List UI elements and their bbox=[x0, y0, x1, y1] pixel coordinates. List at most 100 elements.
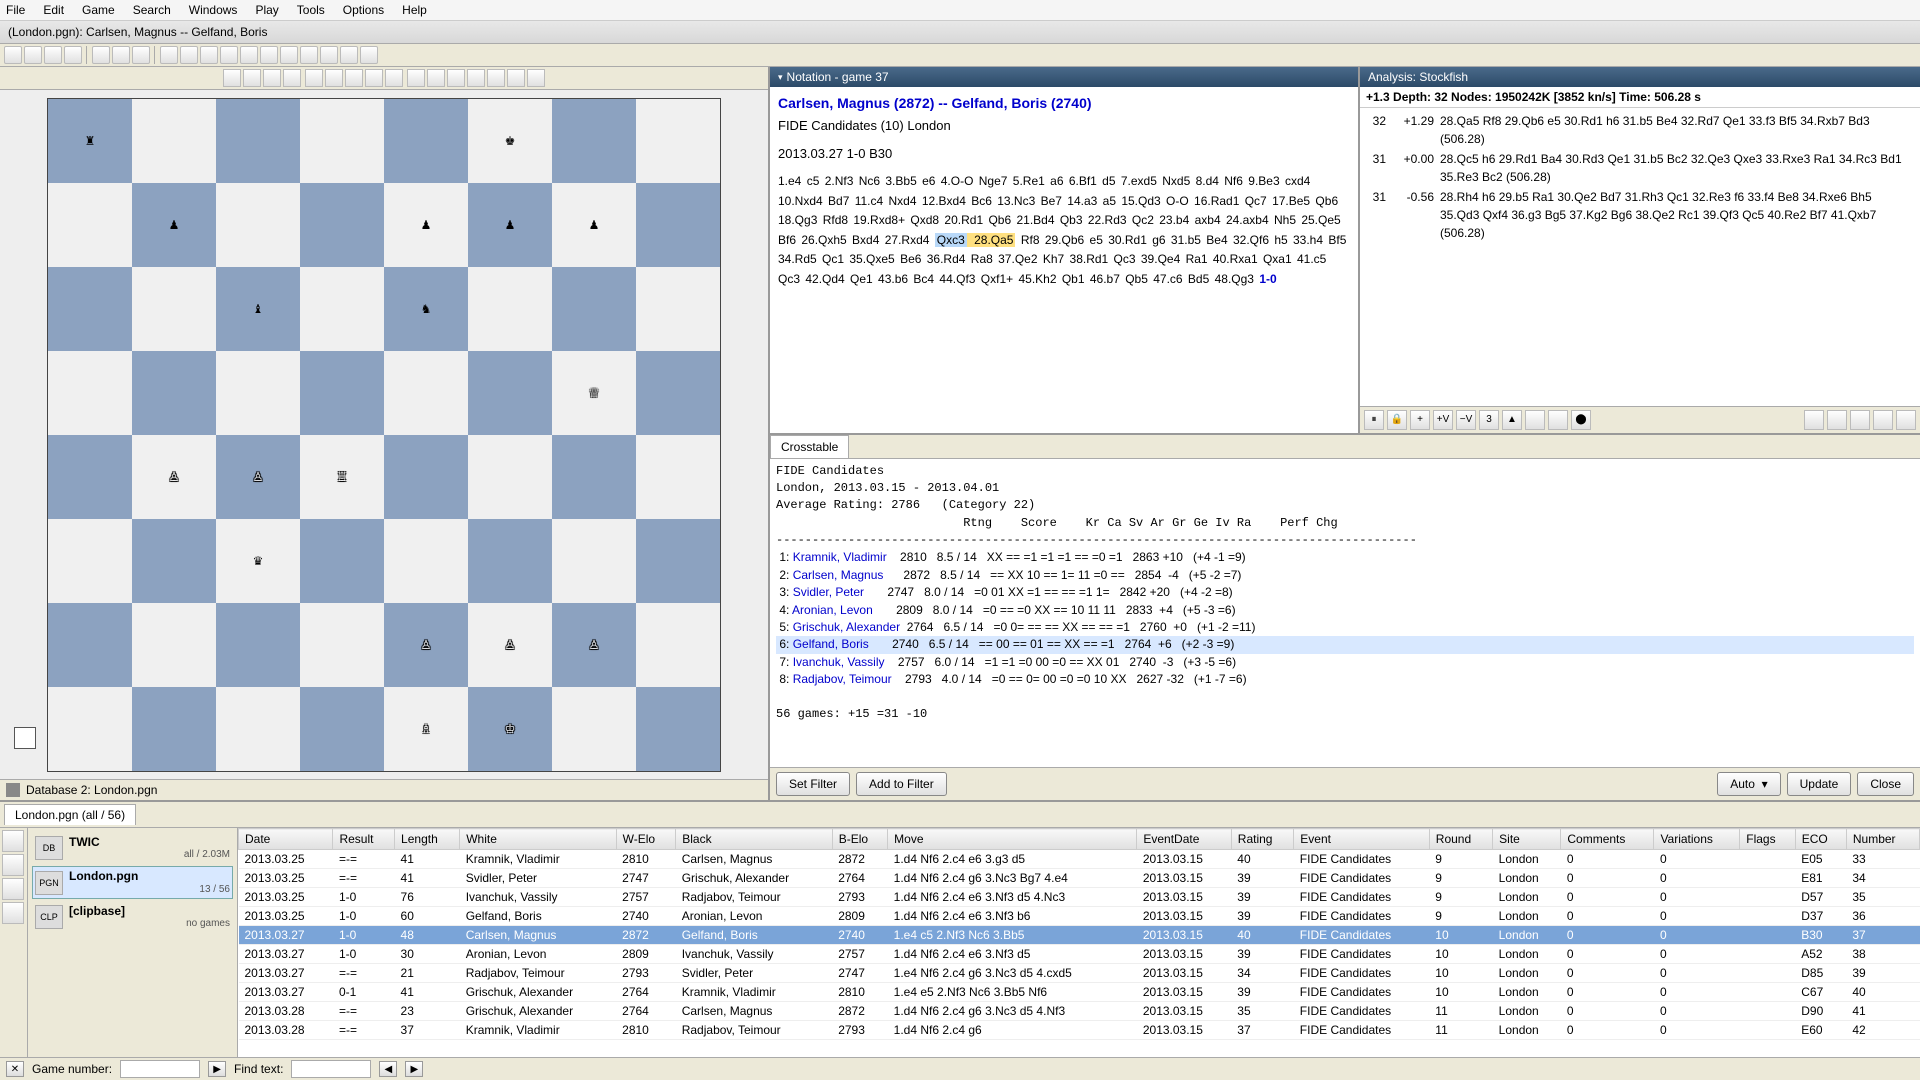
col-number[interactable]: Number bbox=[1846, 829, 1919, 850]
col-result[interactable]: Result bbox=[333, 829, 395, 850]
tb-btn[interactable] bbox=[1850, 410, 1870, 430]
square-e4[interactable] bbox=[384, 435, 468, 519]
square-d5[interactable] bbox=[300, 351, 384, 435]
chess-board[interactable]: ♜♚♟♟♟♟♝♞♕♙♙♖♛♙♙♙♗♔ bbox=[47, 98, 721, 772]
col-variations[interactable]: Variations bbox=[1654, 829, 1740, 850]
menu-help[interactable]: Help bbox=[402, 3, 427, 17]
col-date[interactable]: Date bbox=[239, 829, 333, 850]
square-a3[interactable] bbox=[48, 519, 132, 603]
square-e1[interactable]: ♗ bbox=[384, 687, 468, 771]
tb-btn[interactable] bbox=[345, 69, 363, 87]
piece[interactable]: ♞ bbox=[421, 303, 432, 315]
piece[interactable]: ♟ bbox=[169, 219, 180, 231]
close-icon[interactable]: ✕ bbox=[6, 1061, 24, 1077]
col-white[interactable]: White bbox=[460, 829, 616, 850]
tb-btn[interactable] bbox=[467, 69, 485, 87]
piece[interactable]: ♟ bbox=[421, 219, 432, 231]
tb-btn[interactable] bbox=[1827, 410, 1847, 430]
nav-last-icon[interactable] bbox=[283, 69, 301, 87]
tb-btn[interactable] bbox=[427, 69, 445, 87]
col-length[interactable]: Length bbox=[395, 829, 460, 850]
piece[interactable]: ♙ bbox=[505, 639, 516, 651]
menu-options[interactable]: Options bbox=[343, 3, 384, 17]
square-f8[interactable]: ♚ bbox=[468, 99, 552, 183]
game-list[interactable]: DateResultLengthWhiteW-EloBlackB-EloMove… bbox=[238, 828, 1920, 1057]
square-e8[interactable] bbox=[384, 99, 468, 183]
gamelist-side-toolbar[interactable] bbox=[0, 828, 28, 1057]
square-h7[interactable] bbox=[636, 183, 720, 267]
crosstable-row[interactable]: 5: Grischuk, Alexander 2764 6.5 / 14 =0 … bbox=[776, 619, 1914, 636]
piece[interactable]: ♝ bbox=[253, 303, 264, 315]
tb-btn[interactable] bbox=[280, 46, 298, 64]
square-h2[interactable] bbox=[636, 603, 720, 687]
square-e2[interactable]: ♙ bbox=[384, 603, 468, 687]
nav-next-icon[interactable] bbox=[263, 69, 281, 87]
current-move[interactable]: Qxc3 bbox=[935, 233, 967, 247]
db-item[interactable]: CLP[clipbase]no games bbox=[32, 901, 233, 933]
col-rating[interactable]: Rating bbox=[1231, 829, 1294, 850]
next-move[interactable]: 28.Qa5 bbox=[967, 233, 1016, 247]
tb-btn[interactable] bbox=[200, 46, 218, 64]
square-d1[interactable] bbox=[300, 687, 384, 771]
board-nav-toolbar[interactable] bbox=[0, 67, 768, 90]
square-b6[interactable] bbox=[132, 267, 216, 351]
database-list[interactable]: DBTWICall / 2.03MPGNLondon.pgn13 / 56CLP… bbox=[28, 828, 238, 1057]
square-b4[interactable]: ♙ bbox=[132, 435, 216, 519]
tb-btn[interactable] bbox=[260, 46, 278, 64]
crosstable-body[interactable]: FIDE Candidates London, 2013.03.15 - 201… bbox=[770, 459, 1920, 768]
square-g6[interactable] bbox=[552, 267, 636, 351]
square-d4[interactable]: ♖ bbox=[300, 435, 384, 519]
square-a5[interactable] bbox=[48, 351, 132, 435]
game-row[interactable]: 2013.03.270-141Grischuk, Alexander2764Kr… bbox=[239, 983, 1920, 1002]
game-row[interactable]: 2013.03.25=-=41Kramnik, Vladimir2810Carl… bbox=[239, 850, 1920, 869]
crosstable-row[interactable]: 6: Gelfand, Boris 2740 6.5 / 14 == 00 ==… bbox=[776, 636, 1914, 653]
square-g5[interactable]: ♕ bbox=[552, 351, 636, 435]
col-move[interactable]: Move bbox=[888, 829, 1137, 850]
tb-btn[interactable] bbox=[64, 46, 82, 64]
move-list[interactable]: 1.e4 c5 2.Nf3 Nc6 3.Bb5 e6 4.O-O Nge7 5.… bbox=[778, 171, 1350, 288]
square-b1[interactable] bbox=[132, 687, 216, 771]
square-c5[interactable] bbox=[216, 351, 300, 435]
game-row[interactable]: 2013.03.28=-=23Grischuk, Alexander2764Ca… bbox=[239, 1002, 1920, 1021]
menu-play[interactable]: Play bbox=[255, 3, 278, 17]
nav-prev-icon[interactable] bbox=[243, 69, 261, 87]
tb-btn[interactable] bbox=[44, 46, 62, 64]
square-a1[interactable] bbox=[48, 687, 132, 771]
game-row[interactable]: 2013.03.25=-=41Svidler, Peter2747Grischu… bbox=[239, 869, 1920, 888]
piece[interactable]: ♕ bbox=[589, 387, 600, 399]
square-d8[interactable] bbox=[300, 99, 384, 183]
square-a8[interactable]: ♜ bbox=[48, 99, 132, 183]
piece[interactable]: ♚ bbox=[505, 135, 516, 147]
tb-btn[interactable] bbox=[527, 69, 545, 87]
crosstable-row[interactable]: 3: Svidler, Peter 2747 8.0 / 14 =0 01 XX… bbox=[776, 584, 1914, 601]
find-text-input[interactable] bbox=[291, 1060, 371, 1078]
tb-btn[interactable] bbox=[320, 46, 338, 64]
square-f7[interactable]: ♟ bbox=[468, 183, 552, 267]
add-filter-button[interactable]: Add to Filter bbox=[856, 772, 947, 796]
menu-game[interactable]: Game bbox=[82, 3, 115, 17]
tb-btn[interactable] bbox=[160, 46, 178, 64]
tb-btn[interactable] bbox=[180, 46, 198, 64]
square-b7[interactable]: ♟ bbox=[132, 183, 216, 267]
notation-body[interactable]: Carlsen, Magnus (2872) -- Gelfand, Boris… bbox=[770, 87, 1358, 433]
square-e3[interactable] bbox=[384, 519, 468, 603]
analysis-line[interactable]: 31+0.0028.Qc5 h6 29.Rd1 Ba4 30.Rd3 Qe1 3… bbox=[1366, 150, 1914, 186]
square-a2[interactable] bbox=[48, 603, 132, 687]
piece[interactable]: ♙ bbox=[169, 471, 180, 483]
square-e5[interactable] bbox=[384, 351, 468, 435]
square-d3[interactable] bbox=[300, 519, 384, 603]
square-g7[interactable]: ♟ bbox=[552, 183, 636, 267]
crosstable-row[interactable]: 8: Radjabov, Teimour 2793 4.0 / 14 =0 ==… bbox=[776, 671, 1914, 688]
square-d6[interactable] bbox=[300, 267, 384, 351]
analysis-line[interactable]: 31-0.5628.Rh4 h6 29.b5 Ra1 30.Qe2 Bd7 31… bbox=[1366, 188, 1914, 242]
square-c2[interactable] bbox=[216, 603, 300, 687]
col-eventdate[interactable]: EventDate bbox=[1137, 829, 1231, 850]
square-a7[interactable] bbox=[48, 183, 132, 267]
col-comments[interactable]: Comments bbox=[1561, 829, 1654, 850]
menu-search[interactable]: Search bbox=[133, 3, 171, 17]
square-g4[interactable] bbox=[552, 435, 636, 519]
col-flags[interactable]: Flags bbox=[1740, 829, 1795, 850]
square-h3[interactable] bbox=[636, 519, 720, 603]
tb-btn[interactable] bbox=[487, 69, 505, 87]
tb-btn[interactable] bbox=[360, 46, 378, 64]
